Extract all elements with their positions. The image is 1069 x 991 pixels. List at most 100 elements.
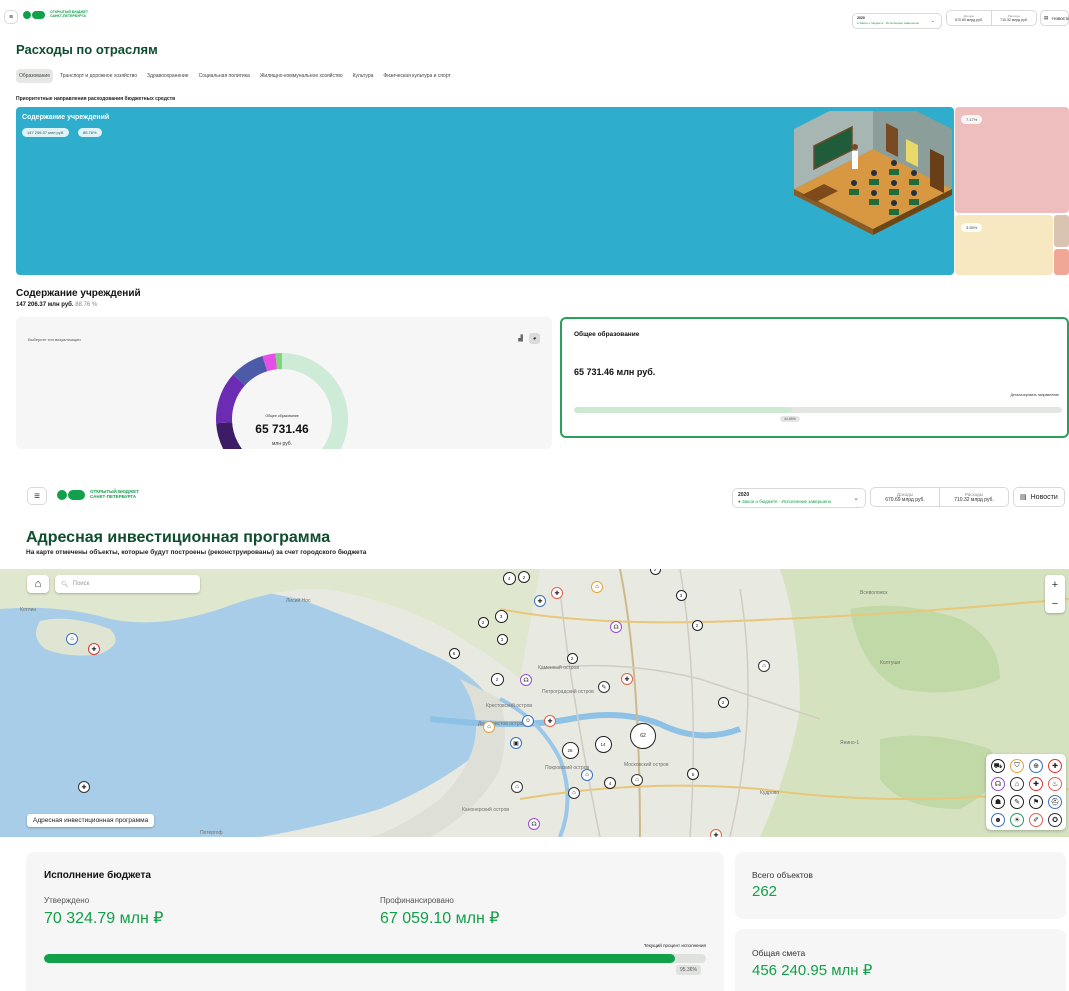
brand-logo-2[interactable]: Открытый бюджет Санкт-Петербурга bbox=[57, 490, 139, 500]
map-object-marker[interactable]: ⌂ bbox=[568, 787, 580, 799]
map-object-marker[interactable]: ✚ bbox=[621, 673, 633, 685]
school-icon[interactable]: ⛉ bbox=[1010, 759, 1024, 773]
house-icon[interactable]: ⊕ bbox=[1029, 759, 1043, 773]
map-cluster-marker[interactable]: 2 bbox=[490, 672, 504, 686]
map-cluster-marker[interactable]: 3 bbox=[494, 609, 508, 623]
pie-chart-toggle-icon[interactable]: ◕ bbox=[529, 333, 540, 344]
year-selector[interactable]: 2020 ● Закон о бюджете · Исполнение заве… bbox=[852, 13, 942, 29]
detail-card[interactable]: Общее образование 65 731.46 млн руб. Дет… bbox=[560, 317, 1069, 438]
search-icon: 🔍︎ bbox=[61, 581, 69, 588]
investment-subtitle: На карте отмечены объекты, которые будут… bbox=[26, 549, 367, 556]
building-icon[interactable]: ⌂ bbox=[1010, 777, 1024, 791]
zoom-in-button[interactable]: + bbox=[1045, 575, 1065, 594]
tab-social[interactable]: Социальная политика bbox=[196, 69, 253, 83]
approved-label: Утверждено bbox=[44, 896, 90, 905]
sport-icon[interactable]: ✪ bbox=[1048, 813, 1062, 827]
map-object-marker[interactable]: ☺ bbox=[522, 715, 534, 727]
map-object-marker[interactable]: ⌂ bbox=[631, 774, 643, 786]
map-object-marker[interactable]: ✚ bbox=[551, 587, 563, 599]
map-cluster-marker[interactable]: 26 bbox=[561, 741, 579, 759]
treemap-tile-cream[interactable]: 3.55% bbox=[955, 215, 1053, 275]
budget-title: Исполнение бюджета bbox=[44, 870, 151, 881]
treemap-tile-main[interactable]: Содержание учреждений 147 206.37 млн руб… bbox=[16, 107, 954, 275]
year-selector-2[interactable]: 2020 ● Закон о бюджете · Исполнение заве… bbox=[732, 488, 866, 508]
map-object-marker[interactable]: ✎ bbox=[598, 681, 610, 693]
map-object-marker[interactable]: ⌂ bbox=[66, 633, 78, 645]
news-label-2: Новости bbox=[1030, 493, 1058, 501]
budget-pct-chip: 95.36% bbox=[676, 965, 701, 975]
home-button[interactable]: ⌂ bbox=[27, 575, 49, 593]
news-button[interactable]: ▤ Новости bbox=[1040, 10, 1069, 26]
hospital-icon[interactable]: ✚ bbox=[1048, 759, 1062, 773]
flag-icon[interactable]: ⚑ bbox=[1029, 795, 1043, 809]
total-objects-value: 262 bbox=[752, 883, 778, 900]
tab-education[interactable]: Образование bbox=[16, 69, 53, 83]
menu-button[interactable]: ≡ bbox=[4, 10, 18, 24]
logo-line2-2: Санкт-Петербурга bbox=[90, 494, 137, 499]
map-object-marker[interactable]: ☊ bbox=[520, 674, 532, 686]
tab-sport[interactable]: Физическая культура и спорт bbox=[380, 69, 453, 83]
tab-housing[interactable]: Жилищно-коммунальное хозяйство bbox=[257, 69, 346, 83]
map-object-marker[interactable]: ✚ bbox=[544, 715, 556, 727]
map-cluster-marker[interactable]: 14 bbox=[594, 735, 612, 753]
brand-logo[interactable]: Открытый бюджет Санкт-Петербурга bbox=[23, 11, 88, 19]
map-search[interactable]: 🔍︎ Поиск bbox=[55, 575, 200, 593]
map-cluster-marker[interactable]: 2 bbox=[691, 619, 703, 631]
map-cluster-marker[interactable]: 4 bbox=[604, 777, 616, 789]
map-object-marker[interactable]: ⌂ bbox=[758, 660, 770, 672]
menu-button-2[interactable]: ≡ bbox=[27, 487, 47, 505]
map-cluster-marker[interactable]: 2 bbox=[566, 652, 578, 664]
donut-center-label: Общее образование bbox=[265, 414, 299, 418]
tab-culture[interactable]: Культура bbox=[350, 69, 377, 83]
map-cluster-marker[interactable]: 3 bbox=[496, 633, 508, 645]
map-object-marker[interactable]: ▣ bbox=[510, 737, 522, 749]
map-object-marker[interactable]: ✚ bbox=[88, 643, 100, 655]
pen-icon[interactable]: ✎ bbox=[1010, 795, 1024, 809]
map-object-marker[interactable]: ✚ bbox=[78, 781, 90, 793]
treemap-tile-title: Содержание учреждений bbox=[22, 114, 110, 121]
map-cluster-marker[interactable]: 6 bbox=[448, 647, 460, 659]
family-icon[interactable]: ☻ bbox=[991, 813, 1005, 827]
map-object-marker[interactable]: ⌂ bbox=[591, 581, 603, 593]
map-cluster-marker[interactable]: 5 bbox=[687, 768, 699, 780]
news-button-2[interactable]: ▤ Новости bbox=[1013, 487, 1065, 507]
map-object-marker[interactable]: ✚ bbox=[534, 595, 546, 607]
map-cluster-marker[interactable]: 62 bbox=[630, 723, 656, 749]
map-cluster-marker[interactable]: 2 bbox=[477, 616, 489, 628]
cross-icon[interactable]: ✚ bbox=[1029, 777, 1043, 791]
treemap-tile-pink[interactable]: 7.17% bbox=[955, 107, 1069, 213]
treemap-tile-tan[interactable] bbox=[1054, 215, 1069, 247]
fire-icon[interactable]: ♨ bbox=[1048, 777, 1062, 791]
zoom-out-button[interactable]: − bbox=[1045, 594, 1065, 613]
donut-segment[interactable] bbox=[262, 353, 278, 372]
detail-progress-fill bbox=[574, 407, 792, 413]
bar-chart-toggle-icon[interactable]: ▟ bbox=[515, 333, 526, 344]
map-cluster-marker[interactable]: 4 bbox=[502, 571, 516, 585]
kindergarten-icon[interactable]: ⛟ bbox=[991, 759, 1005, 773]
income-value-2: 670.69 млрд руб. bbox=[885, 496, 925, 503]
investment-map[interactable]: Лисий Нос Котлин Каменный остров Петрогр… bbox=[0, 569, 1069, 837]
police-icon[interactable]: ☗ bbox=[991, 795, 1005, 809]
ambulance-icon[interactable]: ⛑ bbox=[1048, 795, 1062, 809]
education-icon[interactable]: ☊ bbox=[991, 777, 1005, 791]
map-object-marker[interactable]: ⌂ bbox=[581, 769, 593, 781]
map-object-marker[interactable]: ✚ bbox=[710, 829, 722, 837]
map-cluster-marker[interactable]: 3 bbox=[675, 589, 687, 601]
donut-segment[interactable] bbox=[233, 355, 268, 386]
map-object-marker[interactable]: ⌂ bbox=[483, 721, 495, 733]
microphone-icon[interactable]: ✐ bbox=[1029, 813, 1043, 827]
lightbulb-icon[interactable]: ☀ bbox=[1010, 813, 1024, 827]
detail-link[interactable]: Детализировать направление bbox=[1010, 393, 1059, 397]
map-cluster-marker[interactable]: 2 bbox=[518, 571, 530, 583]
map-object-marker[interactable]: ⌂ bbox=[511, 781, 523, 793]
progress-caption: Текущий процент исполнения bbox=[643, 943, 706, 948]
treemap-tile-salmon[interactable] bbox=[1054, 249, 1069, 275]
tab-transport[interactable]: Транспорт и дорожное хозяйство bbox=[57, 69, 140, 83]
expense-value: 710.32 млрд руб. bbox=[1000, 18, 1028, 22]
donut-center-value: 65 731.46 bbox=[255, 422, 309, 436]
map-object-marker[interactable]: ☊ bbox=[610, 621, 622, 633]
map-cluster-marker[interactable]: 2 bbox=[649, 569, 661, 575]
tab-healthcare[interactable]: Здравоохранение bbox=[144, 69, 192, 83]
map-cluster-marker[interactable]: 2 bbox=[717, 696, 729, 708]
map-object-marker[interactable]: ☊ bbox=[528, 818, 540, 830]
